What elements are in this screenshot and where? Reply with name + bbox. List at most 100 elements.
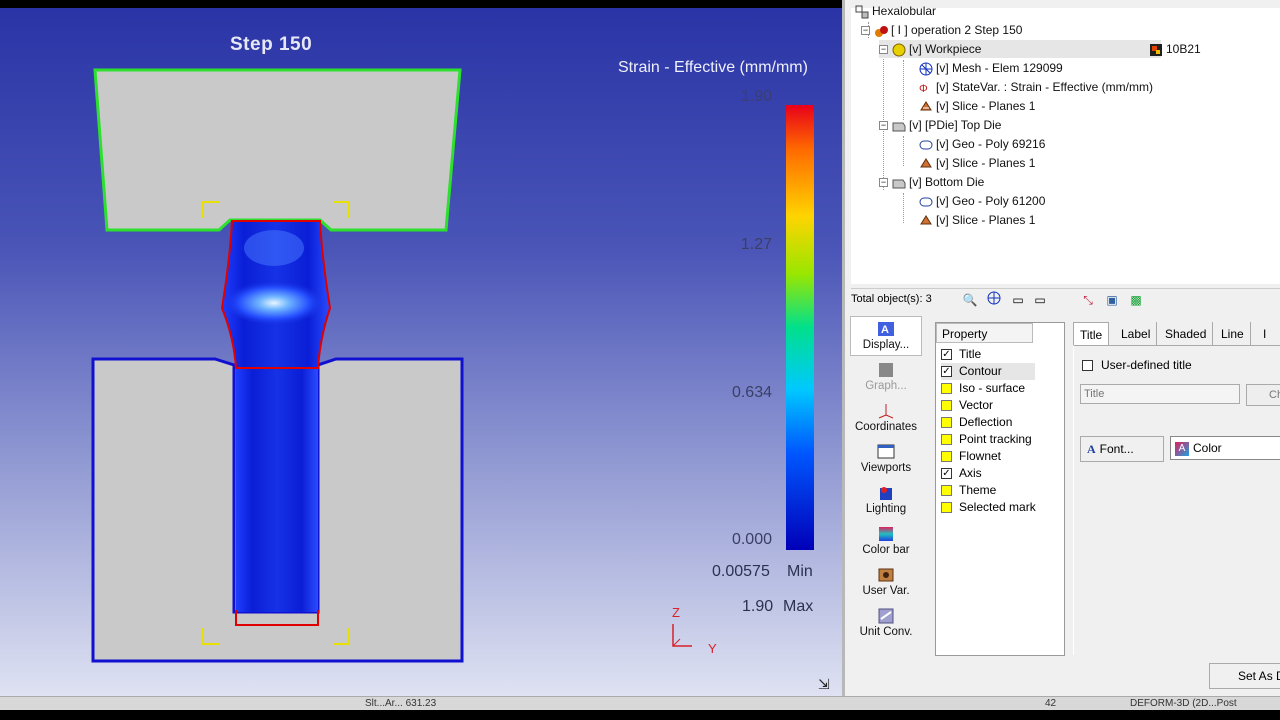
min-label: Min bbox=[787, 563, 813, 580]
tools-icon[interactable]: ⤡ bbox=[1079, 291, 1097, 309]
slice-icon bbox=[919, 100, 933, 114]
tree-operation[interactable]: −[ I ] operation 2 Step 150 bbox=[861, 21, 1022, 39]
axis-triad-icon bbox=[672, 624, 692, 647]
tab-title[interactable]: Title bbox=[1073, 322, 1110, 346]
property-row-point-tracking[interactable]: Point tracking bbox=[941, 431, 1032, 448]
operation-icon bbox=[874, 24, 888, 38]
legend-title: Strain - Effective (mm/mm) bbox=[618, 59, 808, 76]
change-button[interactable]: Cha bbox=[1246, 384, 1280, 406]
workpiece-shank bbox=[236, 358, 318, 612]
user-defined-title-checkbox[interactable]: User-defined title bbox=[1082, 358, 1192, 372]
tree-geo-bottom[interactable]: [v] Geo - Poly 61200 bbox=[919, 192, 1045, 210]
mesh-view-icon[interactable] bbox=[985, 291, 1003, 309]
step-title: Step 150 bbox=[230, 34, 313, 55]
checkbox[interactable] bbox=[941, 400, 952, 412]
material-icon bbox=[1149, 43, 1163, 57]
property-row-contour[interactable]: ✓ Contour bbox=[941, 363, 1035, 380]
sidebar-item-viewports[interactable]: Viewports bbox=[850, 444, 922, 474]
slice-icon bbox=[919, 157, 933, 171]
tab-shaded[interactable]: Shaded bbox=[1159, 322, 1214, 346]
zoom-object-icon[interactable]: 🔍 bbox=[961, 291, 979, 309]
tab-line[interactable]: Line bbox=[1215, 322, 1251, 346]
letterbox-bottom bbox=[0, 710, 1280, 720]
collapse-icon[interactable]: − bbox=[879, 121, 888, 131]
color-select[interactable]: A Color bbox=[1170, 436, 1280, 460]
hierarchy-icon bbox=[855, 5, 869, 19]
checkbox[interactable] bbox=[941, 434, 952, 446]
property-header[interactable]: Property bbox=[936, 323, 1033, 343]
collapse-icon[interactable]: − bbox=[879, 45, 888, 55]
collapse-icon[interactable]: − bbox=[879, 178, 888, 188]
sidebar-item-display[interactable]: A Display... bbox=[850, 316, 922, 356]
sidebar-item-user-var[interactable]: User Var. bbox=[850, 567, 922, 597]
property-tabs: Title Label Shaded Line I User-defined t… bbox=[1073, 322, 1280, 656]
status-count: 42 bbox=[1045, 698, 1057, 709]
tree-mesh[interactable]: [v] Mesh - Elem 129099 bbox=[919, 59, 1063, 77]
object-tree[interactable]: Hexalobular −[ I ] operation 2 Step 150 … bbox=[851, 4, 1280, 284]
title-tab-page: User-defined title Cha AFont... AColor bbox=[1073, 345, 1280, 655]
property-row-title[interactable]: ✓ Title bbox=[941, 346, 981, 363]
checkbox[interactable] bbox=[941, 502, 952, 514]
property-row-deflection[interactable]: Deflection bbox=[941, 414, 1012, 431]
property-row-iso-surface[interactable]: Iso - surface bbox=[941, 380, 1025, 397]
tree-bottom-die[interactable]: − [v] Bottom Die bbox=[879, 173, 984, 191]
checkbox[interactable] bbox=[941, 451, 952, 463]
checkbox[interactable] bbox=[941, 383, 952, 395]
min-value: 0.00575 bbox=[712, 563, 770, 580]
geometry-icon bbox=[919, 195, 933, 209]
property-row-vector[interactable]: Vector bbox=[941, 397, 993, 414]
tab-label[interactable]: Label bbox=[1115, 322, 1158, 346]
collapse-icon[interactable]: − bbox=[861, 26, 870, 36]
die-icon bbox=[892, 176, 906, 190]
title-input[interactable] bbox=[1080, 384, 1240, 404]
axis-z-label: Z bbox=[672, 605, 680, 620]
checkbox[interactable]: ✓ bbox=[941, 349, 952, 361]
user-var-icon bbox=[877, 567, 895, 583]
resize-grip-icon[interactable]: ⇲ bbox=[818, 676, 830, 693]
tree-workpiece[interactable]: − [v] Workpiece bbox=[879, 40, 1161, 58]
checkbox[interactable] bbox=[941, 485, 952, 497]
property-row-axis[interactable]: ✓ Axis bbox=[941, 465, 982, 482]
tree-statevar[interactable]: Φ [v] StateVar. : Strain - Effective (mm/… bbox=[919, 78, 1153, 96]
monitor-alt-icon[interactable]: ▭ bbox=[1031, 291, 1049, 309]
cube-icon[interactable]: ▣ bbox=[1103, 291, 1121, 309]
sidebar-item-color-bar[interactable]: Color bar bbox=[850, 526, 922, 556]
sidebar-item-graph[interactable]: Graph... bbox=[850, 362, 922, 392]
font-icon: A bbox=[1087, 442, 1096, 456]
export-icon[interactable]: ▩ bbox=[1127, 291, 1145, 309]
axis-y-label: Y bbox=[708, 641, 717, 656]
display-icon: A bbox=[877, 321, 895, 337]
max-label: Max bbox=[783, 598, 814, 615]
tree-root[interactable]: Hexalobular bbox=[855, 2, 936, 20]
tree-slice-top-die[interactable]: [v] Slice - Planes 1 bbox=[919, 154, 1035, 172]
simulation-viewport[interactable]: Step 150 Strain - Effective (mm/mm) 1.90… bbox=[0, 8, 842, 696]
status-bar: Slt...Ar... 631.23 42 DEFORM-3D (2D...Po… bbox=[0, 696, 1280, 710]
font-button[interactable]: A Font... bbox=[1080, 436, 1164, 462]
property-row-flownet[interactable]: Flownet bbox=[941, 448, 1001, 465]
color-icon: A bbox=[1175, 441, 1189, 456]
forging-model bbox=[91, 68, 464, 663]
tree-top-die[interactable]: − [v] [PDie] Top Die bbox=[879, 116, 1001, 134]
sidebar-item-coordinates[interactable]: Coordinates bbox=[850, 403, 922, 433]
checkbox[interactable]: ✓ bbox=[941, 468, 952, 480]
post-processor-panel: Hexalobular −[ I ] operation 2 Step 150 … bbox=[842, 0, 1280, 696]
checkbox[interactable] bbox=[941, 417, 952, 429]
sidebar-item-unit-conv[interactable]: Unit Conv. bbox=[850, 608, 922, 638]
total-objects-label: Total object(s): 3 bbox=[851, 293, 932, 305]
tree-slice-workpiece[interactable]: [v] Slice - Planes 1 bbox=[919, 97, 1035, 115]
graph-icon bbox=[877, 362, 895, 378]
property-row-theme[interactable]: Theme bbox=[941, 482, 996, 499]
state-variable-icon: Φ bbox=[919, 81, 933, 95]
tree-slice-bottom-die[interactable]: [v] Slice - Planes 1 bbox=[919, 211, 1035, 229]
checkbox[interactable]: ✓ bbox=[941, 366, 952, 378]
set-as-default-button[interactable]: Set As D bbox=[1209, 663, 1280, 689]
color-bar bbox=[786, 105, 814, 550]
checkbox[interactable] bbox=[1082, 360, 1093, 372]
tab-more[interactable]: I bbox=[1257, 322, 1272, 346]
monitor-icon[interactable]: ▭ bbox=[1009, 291, 1027, 309]
sidebar-item-lighting[interactable]: Lighting bbox=[850, 485, 922, 515]
property-row-selected-mark[interactable]: Selected mark bbox=[941, 499, 1036, 516]
tree-workpiece-material[interactable]: 10B21 bbox=[1149, 40, 1201, 58]
color-bar-icon bbox=[877, 526, 895, 542]
tree-geo-top[interactable]: [v] Geo - Poly 69216 bbox=[919, 135, 1045, 153]
